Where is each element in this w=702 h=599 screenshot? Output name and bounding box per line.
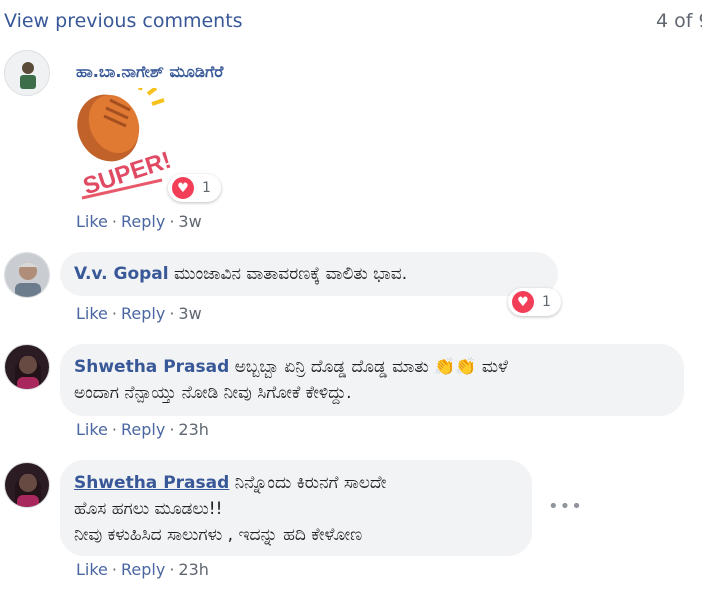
comments-header: View previous comments 4 of 9 (0, 0, 702, 44)
person-icon (5, 345, 49, 389)
heart-icon: ♥ (512, 291, 534, 313)
comment-actions: Like · Reply · 23h (76, 420, 209, 439)
avatar[interactable] (4, 50, 50, 96)
comment-text-line-2: ಅಂದಾಗ ನೆನ್ಪಾಯ್ತು ನೋಡಿ ನೀವು ಸಿಗೋಕೆ ಕೇಳಿದ್… (74, 383, 352, 403)
comment-author[interactable]: Shwetha Prasad (74, 357, 229, 377)
comment-bubble: V.v. Gopal ಮುಂಜಾವಿನ ವಾತಾವರಣಕ್ಕೆ ವಾಲಿತು ಭ… (60, 252, 558, 296)
timestamp[interactable]: 3w (178, 212, 201, 231)
like-button[interactable]: Like (76, 304, 108, 323)
comment-text-line-3: ನೀವು ಕಳುಹಿಸಿದ ಸಾಲುಗಳು , ಇದನ್ನು ಹದಿ ಕೇಳೋಣ (74, 525, 363, 545)
view-previous-comments-link[interactable]: View previous comments (4, 10, 243, 32)
timestamp[interactable]: 23h (178, 420, 209, 439)
comment-actions: Like · Reply · 23h (76, 560, 209, 579)
comment-text: ನಿನ್ನೊಂದು ಕಿರುನಗೆ ಸಾಲದೇ (234, 473, 387, 493)
comment-text-line-2: ಹೊಸ ಹಗಲು ಮೂಡಲು!! (74, 499, 223, 519)
avatar[interactable] (4, 344, 50, 390)
comment-4: Shwetha Prasad ನಿನ್ನೊಂದು ಕಿರುನಗೆ ಸಾಲದೇ ಹ… (0, 458, 702, 588)
person-icon (5, 463, 49, 507)
person-icon (5, 51, 49, 95)
comment-1: ಹಾ.ಬಾ.ನಾಗೇಶ್ ಮೂಡಿಗೆರೆ SUPER! ♥ 1 Like · Re… (0, 44, 702, 240)
timestamp[interactable]: 23h (178, 560, 209, 579)
person-icon (5, 253, 49, 297)
heart-icon: ♥ (172, 177, 194, 199)
super-sticker: SUPER! (70, 81, 174, 208)
comment-actions: Like · Reply · 3w (76, 212, 202, 231)
avatar[interactable] (4, 252, 50, 298)
reaction-count[interactable]: ♥ 1 (168, 174, 221, 202)
timestamp[interactable]: 3w (178, 304, 201, 323)
reply-button[interactable]: Reply (121, 212, 165, 231)
comment-2: V.v. Gopal ಮುಂಜಾವಿನ ವಾತಾವರಣಕ್ಕೆ ವಾಲಿತು ಭ… (0, 248, 702, 332)
like-button[interactable]: Like (76, 212, 108, 231)
comment-3: Shwetha Prasad ಅಬ್ಬಬ್ಬಾ ಏನ್ರಿ ದೊಡ್ಡ ದೊಡ್… (0, 340, 702, 450)
comment-bubble: Shwetha Prasad ಅಬ್ಬಬ್ಬಾ ಏನ್ರಿ ದೊಡ್ಡ ದೊಡ್… (60, 344, 684, 416)
like-button[interactable]: Like (76, 560, 108, 579)
reply-button[interactable]: Reply (121, 560, 165, 579)
comment-count: 4 of 9 (656, 10, 702, 32)
reply-button[interactable]: Reply (121, 304, 165, 323)
more-options-icon[interactable]: ••• (548, 496, 583, 517)
reply-button[interactable]: Reply (121, 420, 165, 439)
reaction-count[interactable]: ♥ 1 (508, 288, 561, 316)
like-button[interactable]: Like (76, 420, 108, 439)
comment-actions: Like · Reply · 3w (76, 304, 202, 323)
comment-author[interactable]: Shwetha Prasad (74, 473, 229, 493)
comment-author[interactable]: V.v. Gopal (74, 264, 169, 284)
comment-text: ಅಬ್ಬಬ್ಬಾ ಏನ್ರಿ ದೊಡ್ಡ ದೊಡ್ಡ ಮಾತು 👏👏 ಮಳೆ (234, 357, 508, 377)
avatar[interactable] (4, 462, 50, 508)
comment-bubble: Shwetha Prasad ನಿನ್ನೊಂದು ಕಿರುನಗೆ ಸಾಲದೇ ಹ… (60, 460, 532, 556)
comment-author[interactable]: ಹಾ.ಬಾ.ನಾಗೇಶ್ ಮೂಡಿಗೆರೆ (76, 59, 223, 85)
comment-text: ಮುಂಜಾವಿನ ವಾತಾವರಣಕ್ಕೆ ವಾಲಿತು ಭಾವ. (174, 264, 408, 284)
